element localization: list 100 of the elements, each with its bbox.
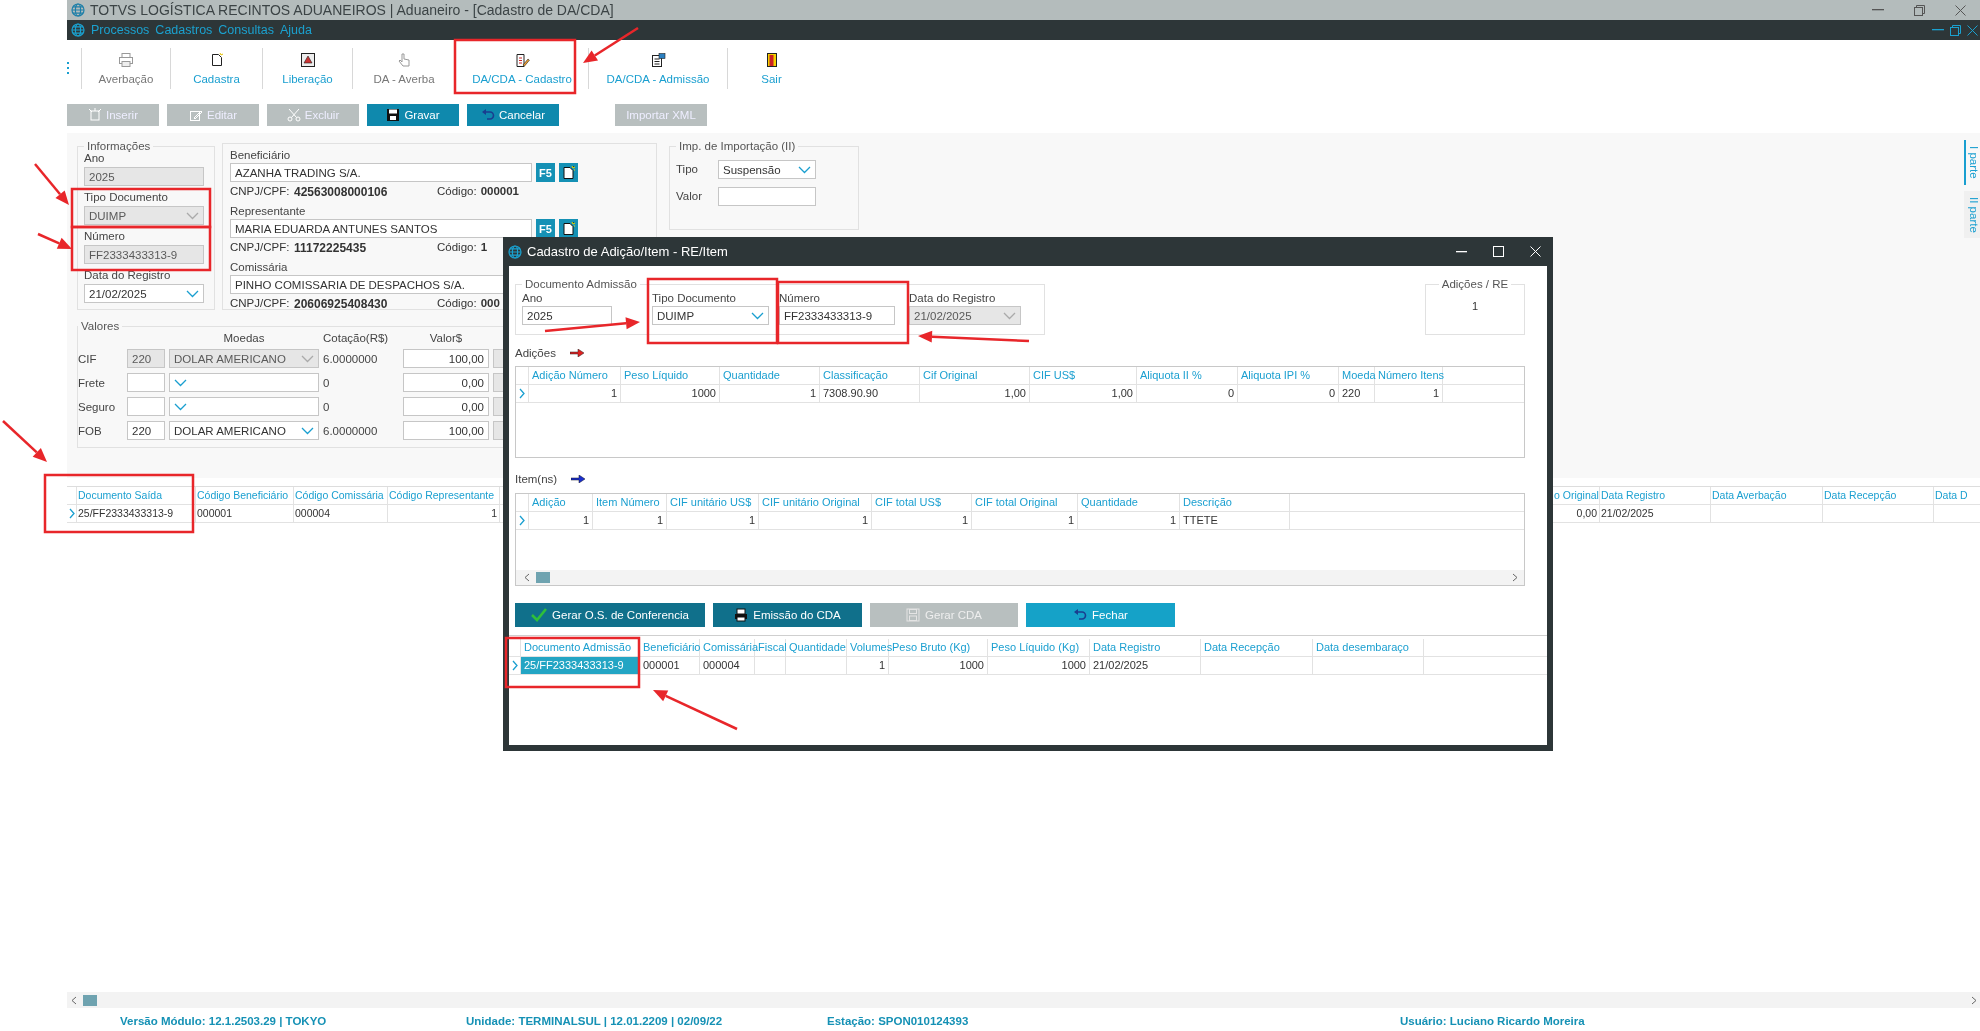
dialog-title: Cadastro de Adição/Item - RE/Item [527,244,728,259]
horizontal-scrollbar[interactable] [67,992,1980,1008]
input-field[interactable]: 2025 [522,306,612,325]
menu-item[interactable]: Ajuda [279,23,312,37]
row-indicator-icon [519,388,525,399]
column-header[interactable]: Aliquota II % [1140,369,1202,381]
dialog-button[interactable]: Emissão do CDA [713,603,862,627]
menu-item[interactable]: Processos [91,23,150,37]
field-label: Número [779,292,821,305]
maximize-icon[interactable] [1493,246,1504,257]
input-field[interactable]: 220 [127,421,165,440]
dropdown[interactable]: Suspensão [718,160,816,179]
lookup-button[interactable]: F5 [536,163,555,182]
column-header[interactable]: Data Recepção [1824,489,1897,501]
scroll-right-icon[interactable] [1971,995,1977,1005]
dialog-button[interactable]: Fechar [1026,603,1175,627]
column-header[interactable]: Quantidade [723,369,780,381]
column-header[interactable]: Número Itens [1378,369,1445,381]
column-header[interactable]: Data Averbação [1712,489,1787,501]
column-header[interactable]: Documento Admissão [524,641,631,653]
column-header[interactable]: CIF unitário US$ [670,496,752,508]
table-cell: 1 [861,514,868,526]
column-header[interactable]: CIF total US$ [875,496,942,508]
action-button[interactable]: Gravar [367,104,459,126]
toolbar-button[interactable]: Cadastra [170,48,262,89]
column-header[interactable]: Código Beneficiário [197,489,289,501]
horizontal-scrollbar[interactable] [516,570,1524,585]
scrollbar-thumb[interactable] [83,994,97,1006]
column-header[interactable]: Data desembaraço [1316,641,1409,653]
column-header[interactable]: Código Comissária [295,489,384,501]
column-header[interactable]: Data Recepção [1204,641,1280,653]
input-field[interactable]: FF2333433313-9 [779,306,895,325]
globe-icon [71,23,85,37]
scroll-left-icon[interactable] [524,573,530,582]
column-header[interactable]: Peso Líquido [624,369,689,381]
column-header[interactable]: Peso Líquido (Kg) [991,641,1080,653]
toolbar-button[interactable]: Sair [727,48,815,89]
side-tab[interactable]: I parte [1964,140,1980,185]
column-header[interactable]: Adição Número [532,369,608,381]
field-label: Comissária [230,261,289,274]
column-header[interactable]: Volumes [850,641,893,653]
column-header[interactable]: CIF unitário Original [762,496,860,508]
dropdown[interactable]: DOLAR AMERICANO [169,421,319,440]
input-field[interactable] [718,187,816,206]
input-field[interactable]: AZANHA TRADING S/A. [230,163,532,182]
input-field[interactable]: MARIA EDUARDA ANTUNES SANTOS [230,219,532,238]
column-header[interactable]: Data D [1935,489,1968,501]
input-field[interactable]: 0,00 [403,373,489,392]
menu-item[interactable]: Cadastros [155,23,213,37]
column-header[interactable]: Data Registro [1601,489,1666,501]
input-field[interactable] [127,373,165,392]
column-header[interactable]: Quantidade [1081,496,1138,508]
column-header[interactable]: Peso Bruto (Kg) [892,641,971,653]
column-header[interactable]: Cif Original [923,369,978,381]
table-cell: 25/FF2333433313-9 [524,659,624,671]
dropdown-caret-icon [174,402,187,411]
column-header[interactable]: Item Número [596,496,660,508]
column-header[interactable]: Documento Saída [78,489,163,501]
table-cell: 000001 [643,659,680,671]
new-document-button[interactable] [559,163,578,182]
action-button[interactable]: Cancelar [467,104,559,126]
table-cell: 1 [1432,387,1439,399]
input-field[interactable] [127,397,165,416]
column-header[interactable]: Aliquota IPI % [1241,369,1311,381]
column-header[interactable]: Beneficiário [643,641,701,653]
drag-handle-icon[interactable] [67,62,70,75]
field-label: Tipo [676,163,699,176]
scroll-left-icon[interactable] [71,995,77,1005]
column-header[interactable]: Quantidade [789,641,846,653]
cnpj-value: 42563008000106 [294,185,389,199]
column-header[interactable]: CIF US$ [1033,369,1076,381]
restore-icon[interactable] [1950,24,1961,36]
column-header[interactable]: CIF total Original [975,496,1058,508]
table-cell: 1000 [1061,659,1086,671]
column-header[interactable]: Classificação [823,369,888,381]
code-value: 1 [480,241,488,255]
table-cell: 0 [1328,387,1335,399]
dialog-button[interactable]: Gerar O.S. de Conferencia [515,603,705,627]
annotation-arrow [34,163,69,205]
column-header[interactable]: o Original [1554,489,1599,501]
side-tab[interactable]: II parte [1964,190,1980,239]
toolbar-button[interactable]: Liberação [262,48,352,89]
table-cell: 000004 [703,659,740,671]
minimize-icon[interactable] [1456,250,1467,253]
column-header[interactable]: Moeda [1342,369,1376,381]
dropdown-caret-icon [798,165,811,174]
input-field[interactable]: 0,00 [403,397,489,416]
input-field[interactable]: 100,00 [403,421,489,440]
column-header[interactable]: Adição [532,496,566,508]
restore-icon[interactable] [1914,4,1925,16]
scroll-right-icon[interactable] [1512,573,1518,582]
column-header[interactable]: Data Registro [1093,641,1161,653]
dropdown[interactable]: DUIMP [652,306,769,325]
column-header[interactable]: Descrição [1183,496,1232,508]
column-header[interactable]: Comissária [703,641,758,653]
menu-item[interactable]: Consultas [218,23,274,37]
dropdown[interactable]: 21/02/2025 [84,284,204,303]
column-header[interactable]: Código Representante [389,489,495,501]
column-header[interactable]: Fiscal [758,641,787,653]
scrollbar-thumb[interactable] [536,572,550,583]
